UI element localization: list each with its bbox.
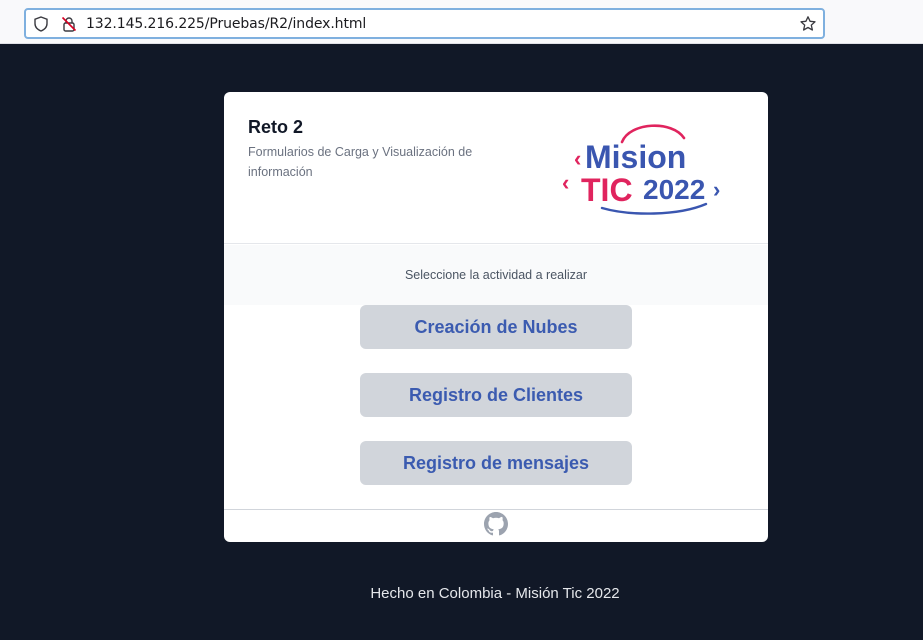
github-icon[interactable] (484, 511, 508, 541)
logo-left-chevron-2: ‹ (562, 170, 569, 195)
logo-line1: Mision (585, 139, 686, 175)
card-subtitle: Formularios de Carga y Visualización de … (248, 145, 473, 179)
mision-tic-logo: ‹ Mision ‹ TIC 2022 › (560, 118, 730, 218)
browser-toolbar: 132.145.216.225/Pruebas/R2/index.html (0, 0, 923, 44)
address-bar[interactable]: 132.145.216.225/Pruebas/R2/index.html (24, 8, 825, 39)
shield-icon[interactable] (32, 15, 50, 33)
logo-line2-year: 2022 (643, 174, 705, 205)
card-header: Reto 2 Formularios de Carga y Visualizac… (224, 92, 768, 244)
activity-prompt: Seleccione la actividad a realizar (224, 245, 768, 305)
logo-line2-word: TIC (581, 172, 633, 208)
registro-de-clientes-button[interactable]: Registro de Clientes (360, 373, 632, 417)
logo-right-chevron: › (713, 177, 720, 202)
bookmark-star-icon[interactable] (799, 15, 817, 33)
url-text[interactable]: 132.145.216.225/Pruebas/R2/index.html (86, 16, 366, 32)
card-title: Reto 2 (248, 117, 304, 137)
logo-left-chevron: ‹ (574, 146, 581, 171)
page-footer: Hecho en Colombia - Misión Tic 2022 (370, 585, 620, 602)
insecure-lock-icon[interactable] (60, 15, 78, 33)
creacion-de-nubes-button[interactable]: Creación de Nubes (360, 305, 632, 349)
card-footer (224, 509, 768, 542)
registro-de-mensajes-button[interactable]: Registro de mensajes (360, 441, 632, 485)
activity-card: Reto 2 Formularios de Carga y Visualizac… (224, 92, 768, 542)
